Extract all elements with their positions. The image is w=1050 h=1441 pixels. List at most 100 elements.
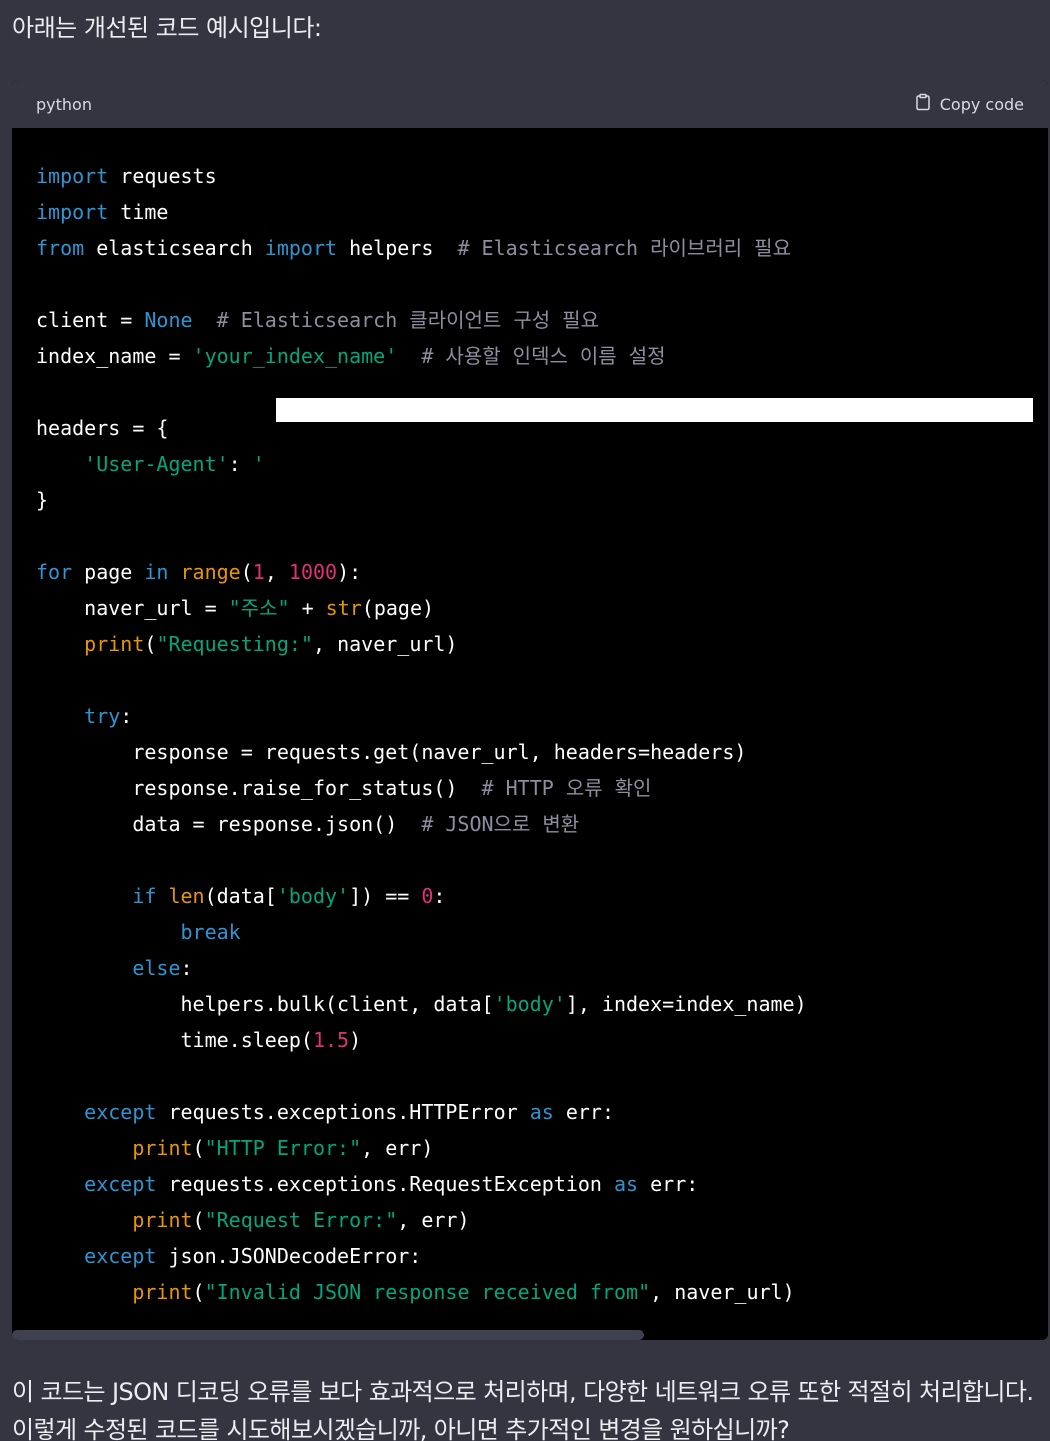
code-token: "HTTP Error:" xyxy=(204,1136,362,1160)
code-token: response = requests.get(naver_url, heade… xyxy=(36,740,747,764)
code-token: 'body' xyxy=(493,992,566,1016)
code-line: try: xyxy=(36,698,1024,734)
code-token: str xyxy=(325,596,362,620)
code-token: , err) xyxy=(397,1208,470,1232)
code-line: response.raise_for_status() # HTTP 오류 확인 xyxy=(36,770,1024,806)
code-token: elasticsearch xyxy=(84,236,265,260)
code-token: , err) xyxy=(361,1136,434,1160)
code-token: ], index=index_name) xyxy=(565,992,807,1016)
code-token: time xyxy=(108,200,169,224)
code-line: time.sleep(1.5) xyxy=(36,1022,1024,1058)
code-token: break xyxy=(180,920,241,944)
code-token: # JSON으로 변환 xyxy=(421,812,580,836)
code-header: python Copy code xyxy=(12,80,1048,128)
code-token: , naver_url) xyxy=(650,1280,795,1304)
code-token: requests.exceptions.HTTPError xyxy=(156,1100,530,1124)
code-token: for xyxy=(36,560,73,584)
code-token: in xyxy=(144,560,169,584)
code-token: ): xyxy=(337,560,362,584)
code-line: except json.JSONDecodeError: xyxy=(36,1238,1024,1274)
code-token: import xyxy=(264,236,338,260)
code-token: "Requesting:" xyxy=(156,632,313,656)
code-token: if xyxy=(132,884,157,908)
copy-code-button[interactable]: Copy code xyxy=(914,93,1024,115)
code-token: err: xyxy=(638,1172,699,1196)
code-content[interactable]: import requests import time from elasticse… xyxy=(12,128,1048,1310)
code-line: except requests.exceptions.RequestExcept… xyxy=(36,1166,1024,1202)
code-token: except xyxy=(84,1244,157,1268)
code-token: 1 xyxy=(252,560,265,584)
code-token: # Elasticsearch 라이브러리 필요 xyxy=(457,236,791,260)
code-token: from xyxy=(36,236,85,260)
code-token: , naver_url) xyxy=(312,632,458,656)
code-token: naver_url = xyxy=(36,596,229,620)
code-token: client = xyxy=(36,308,145,332)
code-token: ' xyxy=(252,452,265,476)
code-token: len xyxy=(168,884,205,908)
code-token: except xyxy=(84,1172,157,1196)
code-token: requests.exceptions.RequestException xyxy=(156,1172,614,1196)
code-token: "Invalid JSON response received from" xyxy=(204,1280,651,1304)
code-token: : xyxy=(228,452,253,476)
code-line: index_name = 'your_index_name' # 사용할 인덱스… xyxy=(36,338,1024,374)
code-line: response = requests.get(naver_url, heade… xyxy=(36,734,1024,770)
code-token: 'User-Agent' xyxy=(84,452,229,476)
horizontal-scrollbar[interactable] xyxy=(12,1330,644,1340)
code-token: err: xyxy=(553,1100,615,1124)
code-line: import time xyxy=(36,194,1024,230)
code-token: else xyxy=(132,956,181,980)
code-token: ) xyxy=(349,1028,362,1052)
code-token: print xyxy=(132,1280,193,1304)
code-token: "Request Error:" xyxy=(204,1208,398,1232)
code-block: python Copy code import requests import t… xyxy=(12,80,1048,1340)
code-line: 'User-Agent': ' xyxy=(36,446,1024,482)
code-token: ( xyxy=(144,632,157,656)
code-line: break xyxy=(36,914,1024,950)
code-token: None xyxy=(144,308,193,332)
code-token: ( xyxy=(192,1136,205,1160)
code-token: as xyxy=(529,1100,554,1124)
code-token: (page) xyxy=(361,596,435,620)
code-token: : xyxy=(180,956,193,980)
code-token: 1.5 xyxy=(312,1028,350,1052)
code-token: # HTTP 오류 확인 xyxy=(481,776,652,800)
code-token: } xyxy=(36,488,49,512)
code-line: print("Requesting:", naver_url) xyxy=(36,626,1024,662)
code-line: naver_url = "주소" + str(page) xyxy=(36,590,1024,626)
code-line: except requests.exceptions.HTTPError as … xyxy=(36,1094,1024,1130)
code-line: import requests xyxy=(36,158,1024,194)
copy-code-label: Copy code xyxy=(939,94,1024,114)
code-token: time.sleep( xyxy=(36,1028,313,1052)
code-language-label: python xyxy=(36,94,92,114)
code-line: if len(data['body']) == 0: xyxy=(36,878,1024,914)
code-token: # 사용할 인덱스 이름 설정 xyxy=(421,344,666,368)
code-line: helpers.bulk(client, data['body'], index… xyxy=(36,986,1024,1022)
code-token: data = response.json() xyxy=(36,812,422,836)
code-token: import xyxy=(36,164,109,188)
code-line: else: xyxy=(36,950,1024,986)
code-token: : xyxy=(433,884,446,908)
code-token: requests xyxy=(108,164,217,188)
code-token: ( xyxy=(240,560,253,584)
code-token: "주소" xyxy=(228,596,290,620)
outro-message: 이 코드는 JSON 디코딩 오류를 보다 효과적으로 처리하며, 다양한 네트… xyxy=(12,1378,1034,1441)
code-line: from elasticsearch import helpers # Elas… xyxy=(36,230,1024,266)
code-token: print xyxy=(132,1136,193,1160)
code-token: 0 xyxy=(421,884,434,908)
